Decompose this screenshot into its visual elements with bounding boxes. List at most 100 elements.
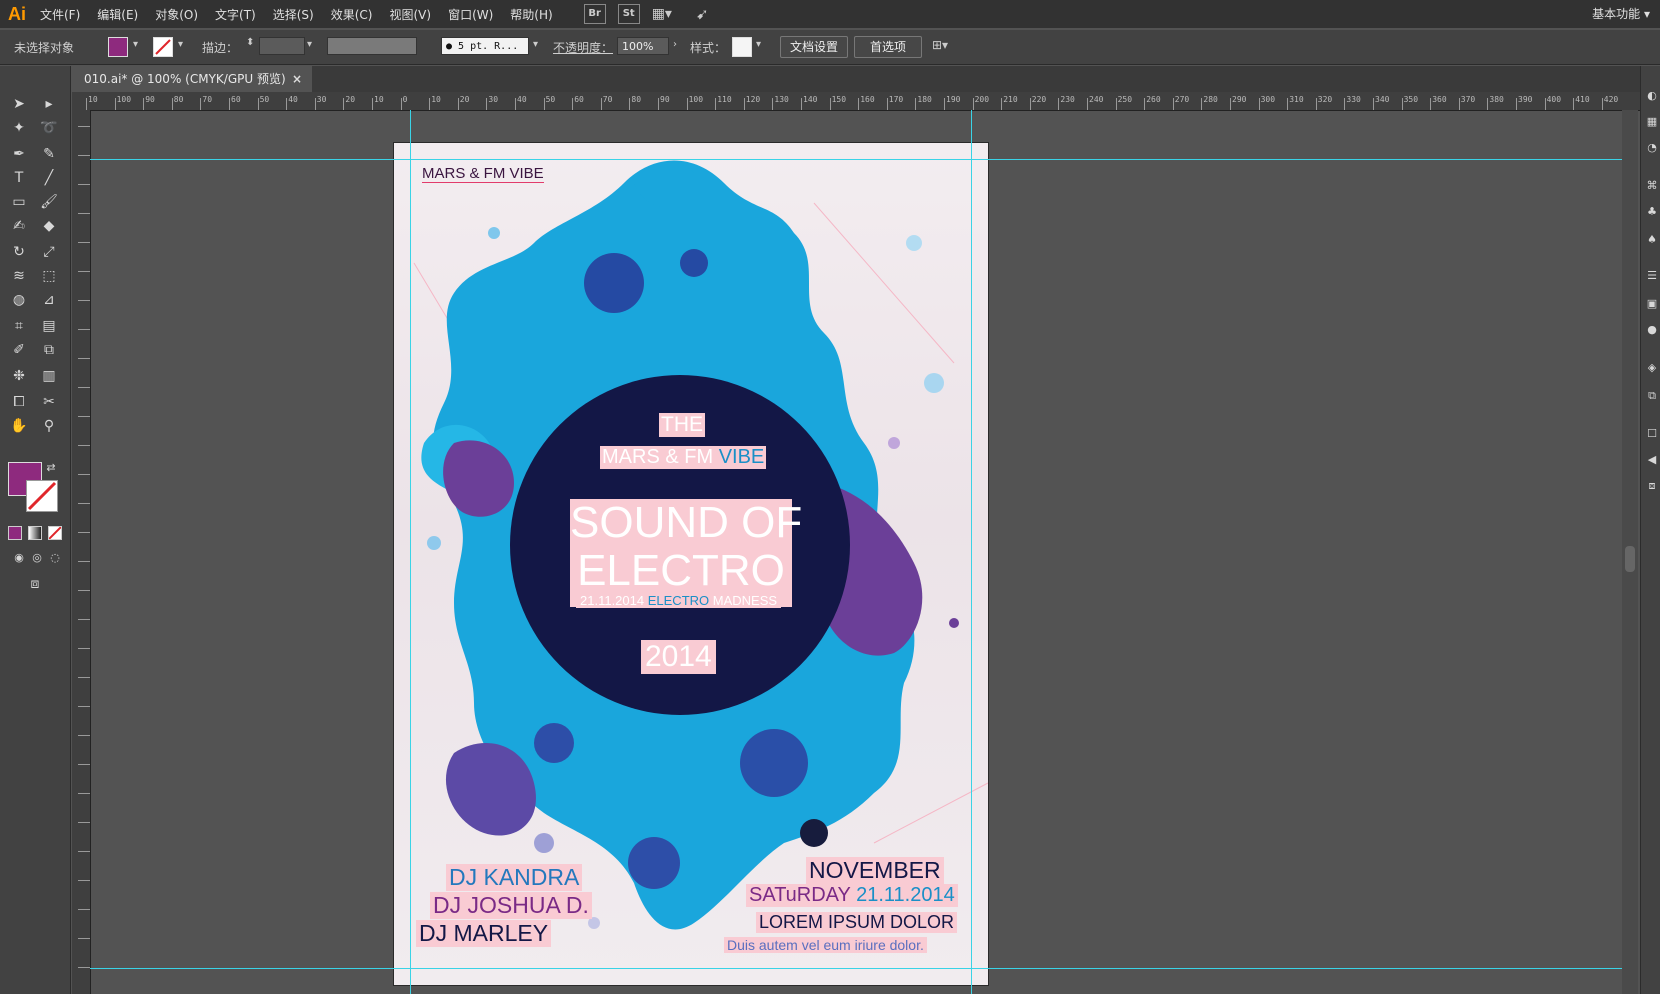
menu-window[interactable]: 窗口(W) [448, 6, 493, 23]
panel-appearance-icon[interactable]: ▣ [1641, 294, 1660, 314]
symbol-sprayer-tool-icon[interactable]: ❉ [8, 366, 30, 386]
scale-tool-icon[interactable]: ⤢ [38, 242, 60, 262]
gradient-tool-icon[interactable]: ▤ [38, 316, 60, 336]
scrollbar-thumb[interactable] [1625, 546, 1635, 572]
eyedropper-tool-icon[interactable]: ✐ [8, 340, 30, 360]
menu-file[interactable]: 文件(F) [40, 6, 80, 23]
perspective-grid-tool-icon[interactable]: ⊿ [38, 290, 60, 310]
zoom-tool-icon[interactable]: ⚲ [38, 416, 60, 436]
pen-tool-icon[interactable]: ✒ [8, 144, 30, 164]
rectangle-tool-icon[interactable]: ▭ [8, 192, 30, 212]
panel-stroke-icon[interactable]: ♣ [1641, 202, 1660, 222]
draw-inside-icon[interactable]: ◌ [44, 548, 66, 568]
panel-color-icon[interactable]: ◐ [1641, 86, 1660, 106]
opacity-expand-icon[interactable]: › [673, 39, 677, 50]
shaper-tool-icon[interactable]: ✍ [8, 216, 30, 236]
direct-selection-tool-icon[interactable]: ▸ [38, 94, 60, 114]
hand-tool-icon[interactable]: ✋ [8, 416, 30, 436]
panel-artboards-icon[interactable]: ⧉ [1641, 386, 1660, 406]
ruler-tick [915, 98, 917, 110]
menu-type[interactable]: 文字(T) [215, 6, 256, 23]
line-tool-icon[interactable]: ╱ [38, 168, 60, 188]
menu-object[interactable]: 对象(O) [155, 6, 198, 23]
preferences-button[interactable]: 首选项 [854, 36, 922, 58]
paintbrush-tool-icon[interactable]: 🖌 [38, 192, 60, 212]
stroke-color-box[interactable] [26, 480, 58, 512]
ruler-tick [1258, 98, 1260, 110]
panel-gradient-icon[interactable]: ♠ [1641, 230, 1660, 250]
menu-edit[interactable]: 编辑(E) [97, 6, 138, 23]
lasso-tool-icon[interactable]: ➰ [38, 118, 60, 138]
eraser-tool-icon[interactable]: ◆ [38, 216, 60, 236]
fill-swatch[interactable] [108, 37, 128, 57]
mesh-tool-icon[interactable]: ⌗ [8, 316, 30, 336]
workspace-switcher[interactable]: 基本功能 ▾ [1592, 5, 1650, 22]
selection-tool-icon[interactable]: ➤ [8, 94, 30, 114]
column-graph-tool-icon[interactable]: ▥ [38, 366, 60, 386]
shape-builder-tool-icon[interactable]: ◍ [8, 290, 30, 310]
color-mode-icon[interactable] [8, 526, 22, 540]
guide-left[interactable] [410, 110, 411, 994]
menu-help[interactable]: 帮助(H) [510, 6, 552, 23]
brush-dropdown-icon[interactable]: ▾ [533, 39, 538, 50]
gradient-mode-icon[interactable] [28, 526, 42, 540]
panel-symbols-icon[interactable]: ⌘ [1641, 176, 1660, 196]
rotate-tool-icon[interactable]: ↻ [8, 242, 30, 262]
fill-dropdown-icon[interactable]: ▾ [133, 39, 138, 50]
magic-wand-tool-icon[interactable]: ✦ [8, 118, 30, 138]
close-tab-icon[interactable]: × [292, 66, 302, 92]
ruler-label: 110 [717, 95, 732, 104]
ruler-tick [257, 98, 259, 110]
stroke-stepper-icon[interactable]: ⬍ [246, 37, 254, 48]
screen-mode-icon[interactable]: ⧈ [24, 574, 46, 594]
arrange-documents-icon[interactable]: ▦▾ [652, 6, 672, 22]
style-dropdown-icon[interactable]: ▾ [756, 39, 761, 50]
none-mode-icon[interactable] [48, 526, 62, 540]
bridge-icon[interactable]: Br [583, 4, 606, 24]
panel-align-icon[interactable]: ☐ [1641, 424, 1660, 444]
opacity-label[interactable]: 不透明度： [553, 39, 613, 56]
panel-transform-icon[interactable]: ⧈ [1641, 476, 1660, 496]
horizontal-ruler[interactable]: 10 100 90 80 70 60 50 40 30 20 10 0 10 20 30 40 50 60 70 80… [72, 92, 1642, 111]
menu-effect[interactable]: 效果(C) [331, 6, 373, 23]
stroke-weight-dropdown-icon[interactable]: ▾ [307, 39, 312, 50]
curvature-tool-icon[interactable]: ✎ [38, 144, 60, 164]
guide-bottom[interactable] [90, 968, 1622, 969]
guide-top[interactable] [90, 159, 1622, 160]
ruler-label: 410 [1575, 95, 1590, 104]
ruler-tick [286, 98, 288, 110]
vertical-ruler[interactable] [72, 110, 91, 994]
panel-brushes-icon[interactable]: ◔ [1641, 138, 1660, 158]
variable-width-profile[interactable] [327, 37, 417, 55]
brush-definition[interactable]: ● 5 pt. R... [441, 37, 529, 55]
free-transform-tool-icon[interactable]: ⬚ [38, 266, 60, 286]
swap-fill-stroke-icon[interactable]: ⇄ [44, 458, 58, 478]
menu-select[interactable]: 选择(S) [273, 6, 314, 23]
send-icon[interactable]: ➹ [696, 5, 709, 23]
slice-tool-icon[interactable]: ✂ [38, 392, 60, 412]
stock-icon[interactable]: St [617, 4, 640, 24]
align-options-icon[interactable]: ⊞▾ [932, 38, 948, 52]
menu-view[interactable]: 视图(V) [389, 6, 431, 23]
document-tab[interactable]: 010.ai* @ 100% (CMYK/GPU 预览) × [72, 66, 312, 92]
opacity-input[interactable]: 100% [617, 37, 669, 55]
stroke-weight-input[interactable] [259, 37, 305, 55]
ruler-tick [886, 98, 888, 110]
panel-layers-icon[interactable]: ◈ [1641, 358, 1660, 378]
type-tool-icon[interactable]: T [8, 168, 30, 188]
panel-graphic-styles-icon[interactable]: ● [1641, 320, 1660, 340]
stroke-dropdown-icon[interactable]: ▾ [178, 39, 183, 50]
vertical-scrollbar[interactable] [1622, 110, 1638, 994]
stroke-swatch[interactable] [153, 37, 173, 57]
artboard[interactable]: MARS & FM VIBE THE MARS & FM VIBE SOUND … [394, 143, 988, 985]
width-tool-icon[interactable]: ≋ [8, 266, 30, 286]
artboard-tool-icon[interactable]: ⧠ [8, 392, 30, 412]
document-setup-button[interactable]: 文档设置 [780, 36, 848, 58]
ruler-label: 70 [202, 95, 213, 104]
blend-tool-icon[interactable]: ⧉ [38, 340, 60, 360]
panel-swatches-icon[interactable]: ▦ [1641, 112, 1660, 132]
graphic-style-swatch[interactable] [732, 37, 752, 57]
panel-pathfinder-icon[interactable]: ◀ [1641, 450, 1660, 470]
guide-right[interactable] [971, 110, 972, 994]
panel-transparency-icon[interactable]: ☰ [1641, 266, 1660, 286]
